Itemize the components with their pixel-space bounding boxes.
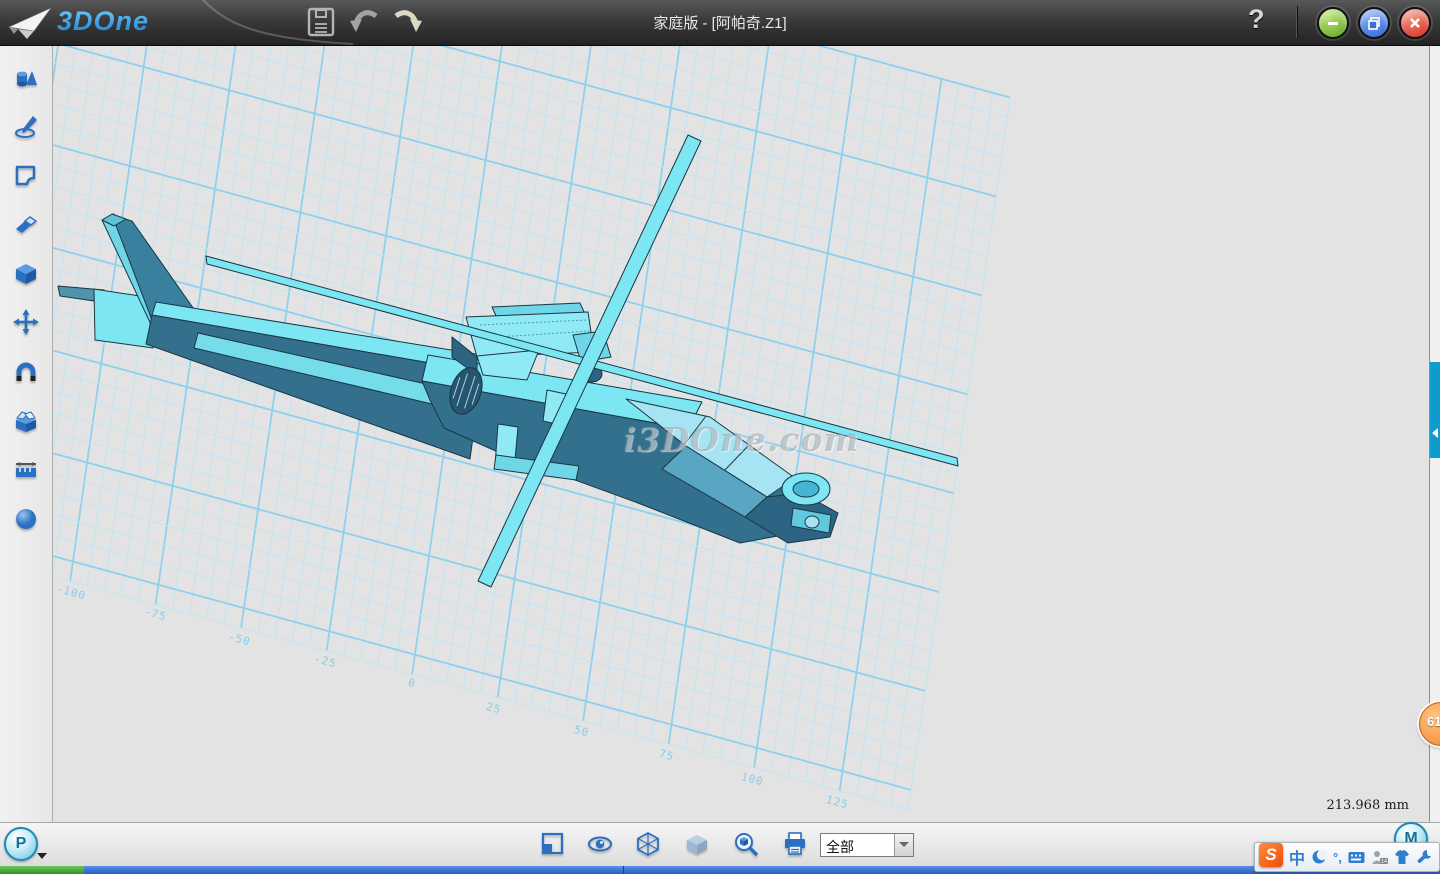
eraser-icon bbox=[13, 212, 39, 238]
sidebar-tool-group-box[interactable] bbox=[13, 408, 39, 434]
ime-person-icon[interactable]: 14 bbox=[1371, 850, 1388, 865]
sidebar-tool-sketch-draw[interactable] bbox=[13, 114, 39, 140]
magnet-icon bbox=[13, 360, 39, 386]
sidebar-tool-solid-edit[interactable] bbox=[13, 261, 39, 287]
ime-settings-wrench-icon[interactable] bbox=[1416, 849, 1432, 865]
sidebar-tool-move[interactable] bbox=[13, 309, 39, 335]
ime-skin-tshirt-icon[interactable] bbox=[1394, 850, 1410, 865]
nose-cylinder-cap bbox=[805, 516, 819, 528]
view-layout-icon[interactable] bbox=[539, 831, 565, 857]
watermark: i3DOne.com bbox=[623, 420, 859, 459]
taskbar-strip bbox=[0, 866, 1440, 874]
profile-badge-caret[interactable] bbox=[37, 853, 47, 859]
sketch-plane-icon bbox=[13, 162, 39, 188]
3done-app-window: { "titlebar": { "app_name": "3DOne", "do… bbox=[0, 0, 1440, 874]
titlebar-separator bbox=[1296, 6, 1297, 38]
ime-language-toggle[interactable]: 中 bbox=[1289, 845, 1305, 869]
display-filter-value: 全部 bbox=[826, 837, 854, 857]
sidebar-tool-magnet-assembly[interactable] bbox=[13, 360, 39, 386]
nose-turret-inner bbox=[793, 481, 819, 497]
sidebar-tool-measure[interactable] bbox=[13, 457, 39, 483]
tool-sidebar bbox=[0, 46, 53, 822]
open-box-icon bbox=[13, 408, 39, 434]
sidebar-tool-sketch-plane[interactable] bbox=[13, 162, 39, 188]
print-icon[interactable] bbox=[782, 831, 808, 857]
viewport-3d[interactable]: -100-75-50-250255075100125 i3DOne.com 21… bbox=[53, 46, 1429, 822]
ime-keyboard-icon[interactable] bbox=[1348, 850, 1365, 864]
sidebar-tool-material-sphere[interactable] bbox=[13, 506, 39, 532]
ime-punctuation-toggle[interactable]: °, bbox=[1333, 850, 1342, 865]
profile-badge-letter: P bbox=[16, 835, 27, 853]
display-filter-dropdown[interactable]: 全部 bbox=[820, 833, 914, 857]
zoom-search-icon[interactable] bbox=[733, 831, 759, 857]
panel-collapse-tab[interactable] bbox=[1430, 362, 1440, 458]
sidebar-tool-erase[interactable] bbox=[13, 212, 39, 238]
sphere-icon bbox=[13, 506, 39, 532]
sketch-pen-icon bbox=[13, 114, 39, 140]
visibility-eye-icon[interactable] bbox=[587, 831, 613, 857]
ime-brand-logo[interactable]: S bbox=[1259, 843, 1283, 867]
taskbar-segment bbox=[84, 866, 624, 874]
profile-badge-left[interactable]: P bbox=[4, 827, 38, 861]
cube-icon bbox=[13, 261, 39, 287]
document-title: 家庭版 - [阿帕奇.Z1] bbox=[0, 12, 1440, 33]
close-button[interactable] bbox=[1399, 7, 1431, 39]
view-toolbar: 全部 bbox=[0, 822, 1440, 867]
title-bar: 3DOne 家庭版 - [阿帕奇.Z1] ? bbox=[0, 0, 1440, 46]
sidebar-tool-primitives[interactable] bbox=[13, 66, 39, 92]
restore-icon bbox=[1367, 16, 1381, 30]
minimize-button[interactable] bbox=[1317, 7, 1349, 39]
dropdown-arrow-button[interactable] bbox=[894, 834, 913, 856]
measurement-readout: 213.968 mm bbox=[1326, 798, 1409, 813]
restore-button[interactable] bbox=[1358, 7, 1390, 39]
svg-text:14: 14 bbox=[1381, 859, 1387, 865]
move-arrows-icon bbox=[13, 309, 39, 335]
measure-ruler-icon bbox=[13, 457, 39, 483]
helicopter-model[interactable] bbox=[58, 135, 958, 587]
minimize-icon bbox=[1326, 16, 1340, 30]
chevron-left-icon bbox=[1432, 428, 1438, 438]
close-icon bbox=[1408, 16, 1422, 30]
ime-toolbar: S 中 °, 14 bbox=[1254, 842, 1440, 872]
ime-fullhalf-moon-icon[interactable] bbox=[1311, 849, 1327, 865]
wireframe-display-icon[interactable] bbox=[635, 831, 661, 857]
help-button[interactable]: ? bbox=[1248, 4, 1265, 35]
shaded-display-icon[interactable] bbox=[684, 831, 710, 857]
notification-count: 61 bbox=[1427, 714, 1440, 729]
taskbar-start-segment bbox=[0, 866, 84, 874]
primitives-icon bbox=[13, 66, 39, 92]
